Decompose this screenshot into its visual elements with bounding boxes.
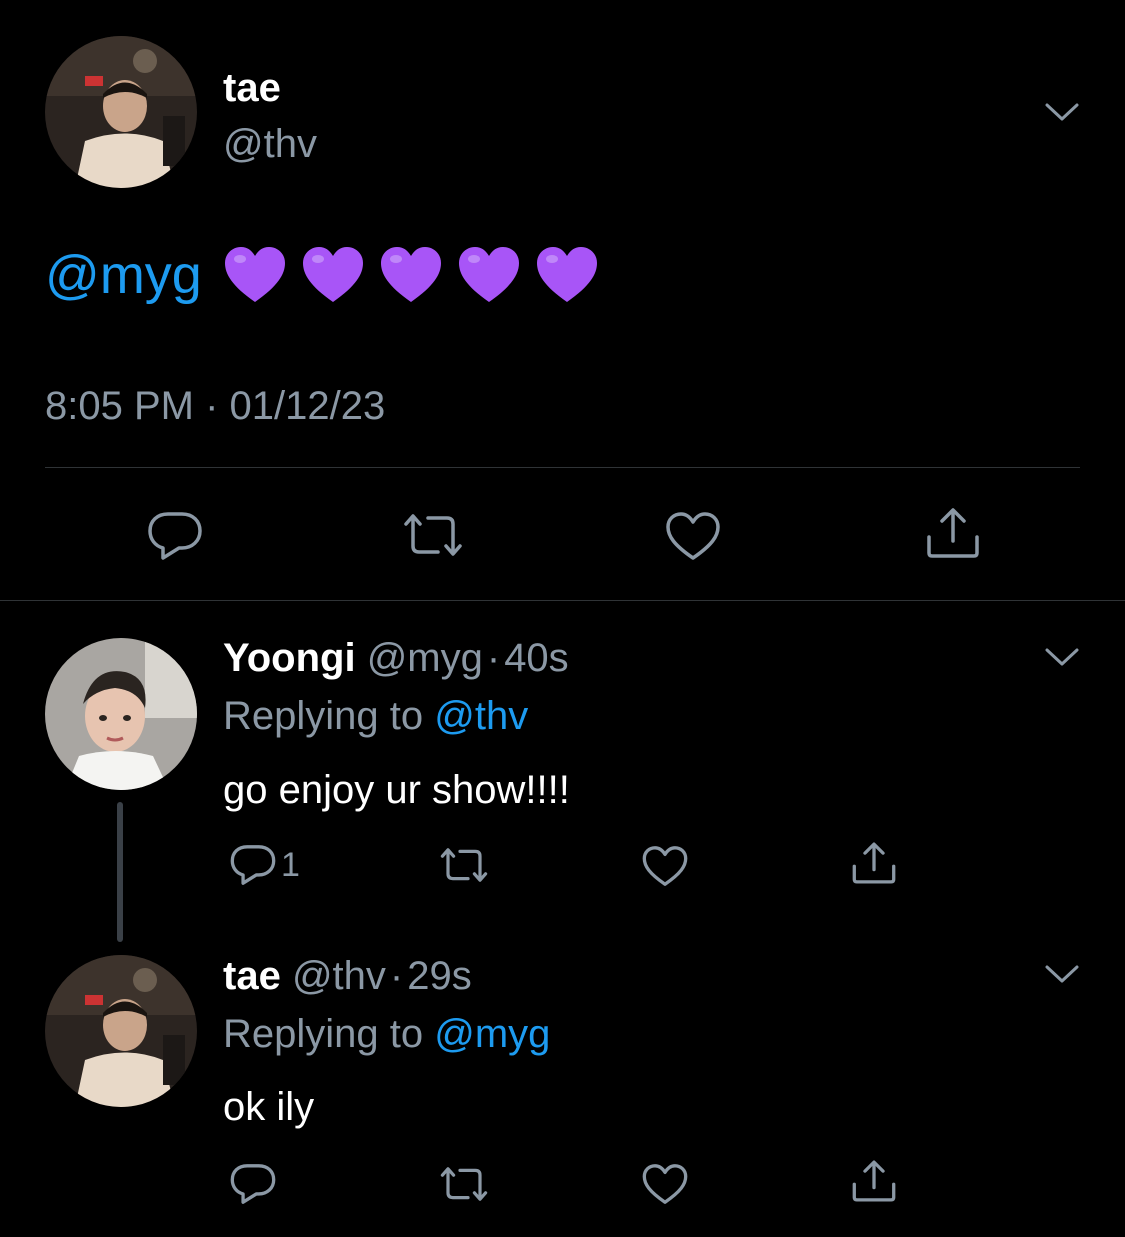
- reply-time[interactable]: 40s: [504, 636, 569, 680]
- chevron-down-icon[interactable]: [1042, 98, 1082, 131]
- reply-header: Yoongi @myg · 40s: [223, 634, 569, 682]
- reply-count: 1: [281, 846, 300, 884]
- like-icon[interactable]: [641, 1162, 689, 1206]
- purple-heart-emoji: [222, 244, 288, 306]
- share-icon[interactable]: [924, 505, 982, 561]
- replying-to: Replying to @myg: [223, 1010, 550, 1058]
- avatar[interactable]: [45, 36, 197, 188]
- replying-to-label: Replying to: [223, 694, 424, 738]
- author-name[interactable]: tae: [223, 64, 281, 112]
- purple-heart-emoji: [534, 244, 600, 306]
- reply-icon[interactable]: 1: [229, 843, 300, 887]
- author-handle[interactable]: @thv: [292, 954, 386, 998]
- like-icon[interactable]: [641, 844, 689, 888]
- avatar[interactable]: [45, 638, 197, 790]
- author-handle[interactable]: @myg: [367, 636, 483, 680]
- author-name[interactable]: tae: [223, 954, 281, 998]
- section-divider: [0, 600, 1125, 601]
- reply-time[interactable]: 29s: [407, 954, 472, 998]
- replying-to-link[interactable]: @myg: [434, 1012, 550, 1056]
- separator-dot: ·: [486, 636, 501, 680]
- reply-text: go enjoy ur show!!!!: [223, 768, 570, 812]
- purple-heart-emoji: [300, 244, 366, 306]
- retweet-icon[interactable]: [436, 845, 492, 885]
- avatar[interactable]: [45, 955, 197, 1107]
- author-handle[interactable]: @thv: [223, 120, 317, 168]
- replying-to: Replying to @thv: [223, 692, 528, 740]
- thread-line: [117, 802, 123, 942]
- heart-emoji-row: [222, 244, 600, 306]
- reply-header: tae @thv · 29s: [223, 952, 472, 1000]
- reply-icon[interactable]: [146, 510, 204, 562]
- chevron-down-icon[interactable]: [1042, 643, 1082, 676]
- tweet-timestamp[interactable]: 8:05 PM · 01/12/23: [45, 382, 385, 430]
- chevron-down-icon[interactable]: [1042, 960, 1082, 993]
- mention-link[interactable]: @myg: [45, 240, 202, 310]
- separator-dot: ·: [389, 954, 404, 998]
- divider: [45, 467, 1080, 468]
- replying-to-label: Replying to: [223, 1012, 424, 1056]
- retweet-icon[interactable]: [436, 1164, 492, 1204]
- share-icon[interactable]: [850, 840, 898, 886]
- reply-text: ok ily: [223, 1085, 315, 1129]
- tweet-text: @myg: [45, 240, 600, 310]
- retweet-icon[interactable]: [398, 510, 468, 560]
- author-name[interactable]: Yoongi: [223, 636, 356, 680]
- reply-icon[interactable]: [229, 1162, 277, 1206]
- purple-heart-emoji: [456, 244, 522, 306]
- like-icon[interactable]: [664, 510, 722, 562]
- replying-to-link[interactable]: @thv: [434, 694, 528, 738]
- share-icon[interactable]: [850, 1158, 898, 1204]
- purple-heart-emoji: [378, 244, 444, 306]
